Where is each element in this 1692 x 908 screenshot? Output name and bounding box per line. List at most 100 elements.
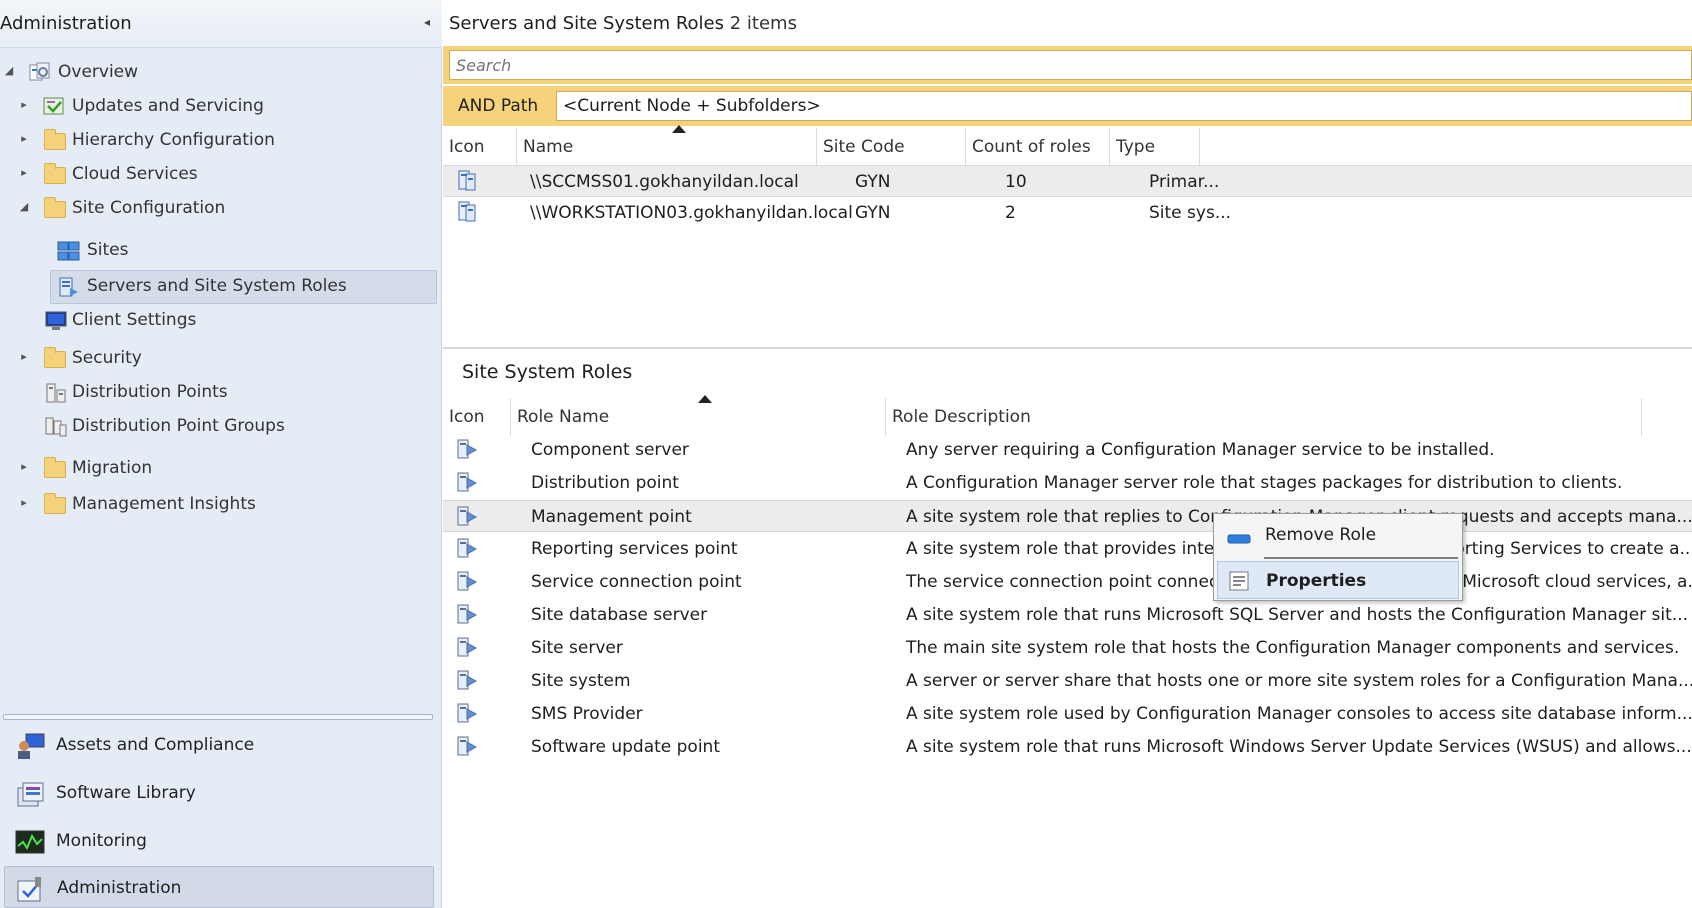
tree-item-client-settings[interactable]: Client Settings xyxy=(0,306,442,340)
role-description: A Configuration Manager server role that… xyxy=(906,473,1623,493)
criteria-bar: AND Path <Current Node + Subfolders> xyxy=(443,86,1692,126)
folder-icon xyxy=(44,457,66,478)
role-name: Management point xyxy=(531,507,692,527)
column-header-icon[interactable]: Icon xyxy=(443,128,517,166)
context-menu: Remove Role Properties xyxy=(1213,513,1463,601)
path-criteria-field[interactable]: <Current Node + Subfolders> xyxy=(556,91,1692,121)
column-header-type[interactable]: Type xyxy=(1110,128,1200,166)
details-splitter[interactable] xyxy=(443,347,1692,349)
overview-icon xyxy=(28,61,52,83)
menu-item-remove-role[interactable]: Remove Role xyxy=(1217,516,1459,554)
tree-item-servers-and-site-system-roles[interactable]: Servers and Site System Roles xyxy=(0,270,442,304)
column-header-count-of-roles[interactable]: Count of roles xyxy=(966,128,1110,166)
tree-item-cloud-services[interactable]: ▸ Cloud Services xyxy=(0,158,442,192)
tree-item-label: Servers and Site System Roles xyxy=(87,276,347,296)
column-header-name[interactable]: Name xyxy=(517,128,817,166)
role-name: Reporting services point xyxy=(531,539,738,559)
tree-item-migration[interactable]: ▸ Migration xyxy=(0,452,442,486)
criteria-label[interactable]: AND Path xyxy=(458,96,538,116)
tree-item-distribution-points[interactable]: Distribution Points xyxy=(0,378,442,412)
role-row[interactable]: Reporting services point A site system ro… xyxy=(443,533,1692,565)
expand-arrow-icon[interactable]: ▸ xyxy=(17,460,31,473)
tree-item-label: Cloud Services xyxy=(72,164,198,184)
navigation-pane: Administration ◂ ◢ Overview ▸ Updates an… xyxy=(0,0,442,908)
site-role-icon xyxy=(455,734,479,758)
role-row[interactable]: SMS Provider A site system role used by C… xyxy=(443,698,1692,730)
count-of-roles: 10 xyxy=(1005,172,1027,192)
folder-icon xyxy=(44,197,66,218)
properties-icon xyxy=(1228,570,1250,592)
table-row[interactable]: \\WORKSTATION03.gokhanyildan.local GYN 2… xyxy=(443,197,1692,229)
updates-icon xyxy=(42,95,66,117)
role-row[interactable]: Software update point A site system role … xyxy=(443,731,1692,763)
column-header-role-description[interactable]: Role Description xyxy=(886,398,1642,436)
tree-item-management-insights[interactable]: ▸ Management Insights xyxy=(0,488,442,522)
role-description: A server or server share that hosts one … xyxy=(906,671,1692,691)
folder-icon xyxy=(44,347,66,368)
site-role-icon xyxy=(455,504,479,528)
collapse-arrow-icon[interactable]: ◢ xyxy=(2,64,16,77)
column-header-role-name[interactable]: Role Name xyxy=(511,398,886,436)
tree-item-updates-and-servicing[interactable]: ▸ Updates and Servicing xyxy=(0,90,442,124)
software-library-icon xyxy=(14,780,46,808)
expand-arrow-icon[interactable]: ▸ xyxy=(17,350,31,363)
role-row[interactable]: Site server The main site system role tha… xyxy=(443,632,1692,664)
server-type: Primar... xyxy=(1149,172,1220,192)
folder-icon xyxy=(44,163,66,184)
workspace-splitter[interactable] xyxy=(3,714,433,720)
workspace-software-library[interactable]: Software Library xyxy=(4,772,434,816)
details-title: Site System Roles xyxy=(462,361,633,383)
site-role-icon xyxy=(455,635,479,659)
role-row[interactable]: Distribution point A Configuration Manage… xyxy=(443,467,1692,499)
role-description: A site system role that runs Microsoft S… xyxy=(906,605,1689,625)
role-row[interactable]: Site system A server or server share that… xyxy=(443,665,1692,697)
role-row[interactable]: Service connection point The service conn… xyxy=(443,566,1692,598)
role-description: Any server requiring a Configuration Man… xyxy=(906,440,1495,460)
table-row[interactable]: \\SCCMSS01.gokhanyildan.local GYN 10 Pri… xyxy=(443,165,1692,197)
workspace-assets-and-compliance[interactable]: Assets and Compliance xyxy=(4,724,434,768)
collapse-pane-icon[interactable]: ◂ xyxy=(424,15,430,29)
tree-item-distribution-point-groups[interactable]: Distribution Point Groups xyxy=(0,414,442,448)
collapse-arrow-icon[interactable]: ◢ xyxy=(17,200,31,213)
workspace-administration[interactable]: Administration xyxy=(4,866,434,908)
role-name: SMS Provider xyxy=(531,704,643,724)
menu-item-label: Remove Role xyxy=(1265,525,1377,545)
sites-icon xyxy=(57,240,81,262)
workspace-monitoring[interactable]: Monitoring xyxy=(4,820,434,864)
site-role-icon xyxy=(455,536,479,560)
role-row[interactable]: Site database server A site system role t… xyxy=(443,599,1692,631)
server-name: \\WORKSTATION03.gokhanyildan.local xyxy=(530,203,853,223)
column-header-icon[interactable]: Icon xyxy=(443,398,511,436)
item-count: 2 items xyxy=(729,13,797,34)
tree-item-label: Management Insights xyxy=(72,494,256,514)
tree-item-overview[interactable]: ◢ Overview xyxy=(0,56,442,90)
menu-item-properties[interactable]: Properties xyxy=(1217,561,1459,599)
expand-arrow-icon[interactable]: ▸ xyxy=(17,132,31,145)
tree-item-site-configuration[interactable]: ◢ Site Configuration xyxy=(0,192,442,226)
server-icon xyxy=(457,200,477,224)
tree-item-sites[interactable]: Sites xyxy=(0,236,442,270)
folder-icon xyxy=(44,129,66,150)
expand-arrow-icon[interactable]: ▸ xyxy=(17,496,31,509)
expand-arrow-icon[interactable]: ▸ xyxy=(17,166,31,179)
distribution-point-groups-icon xyxy=(44,416,68,438)
tree-item-label: Sites xyxy=(87,240,129,260)
tree-item-label: Site Configuration xyxy=(72,198,226,218)
tree-item-hierarchy-configuration[interactable]: ▸ Hierarchy Configuration xyxy=(0,124,442,158)
server-name: \\SCCMSS01.gokhanyildan.local xyxy=(530,172,799,192)
role-name: Service connection point xyxy=(531,572,742,592)
workspace-label: Assets and Compliance xyxy=(56,735,255,755)
role-row[interactable]: Component server Any server requiring a C… xyxy=(443,434,1692,466)
workspace-label: Administration xyxy=(57,878,182,898)
client-settings-icon xyxy=(44,310,68,332)
role-row[interactable]: Management point A site system role that … xyxy=(443,500,1692,532)
column-header-site-code[interactable]: Site Code xyxy=(817,128,966,166)
search-input[interactable] xyxy=(449,50,1692,80)
site-role-icon xyxy=(455,569,479,593)
expand-arrow-icon[interactable]: ▸ xyxy=(17,98,31,111)
site-role-icon xyxy=(455,437,479,461)
monitoring-icon xyxy=(14,828,46,856)
role-name: Site system xyxy=(531,671,631,691)
page-title-text: Servers and Site System Roles xyxy=(449,13,725,34)
tree-item-security[interactable]: ▸ Security xyxy=(0,342,442,376)
